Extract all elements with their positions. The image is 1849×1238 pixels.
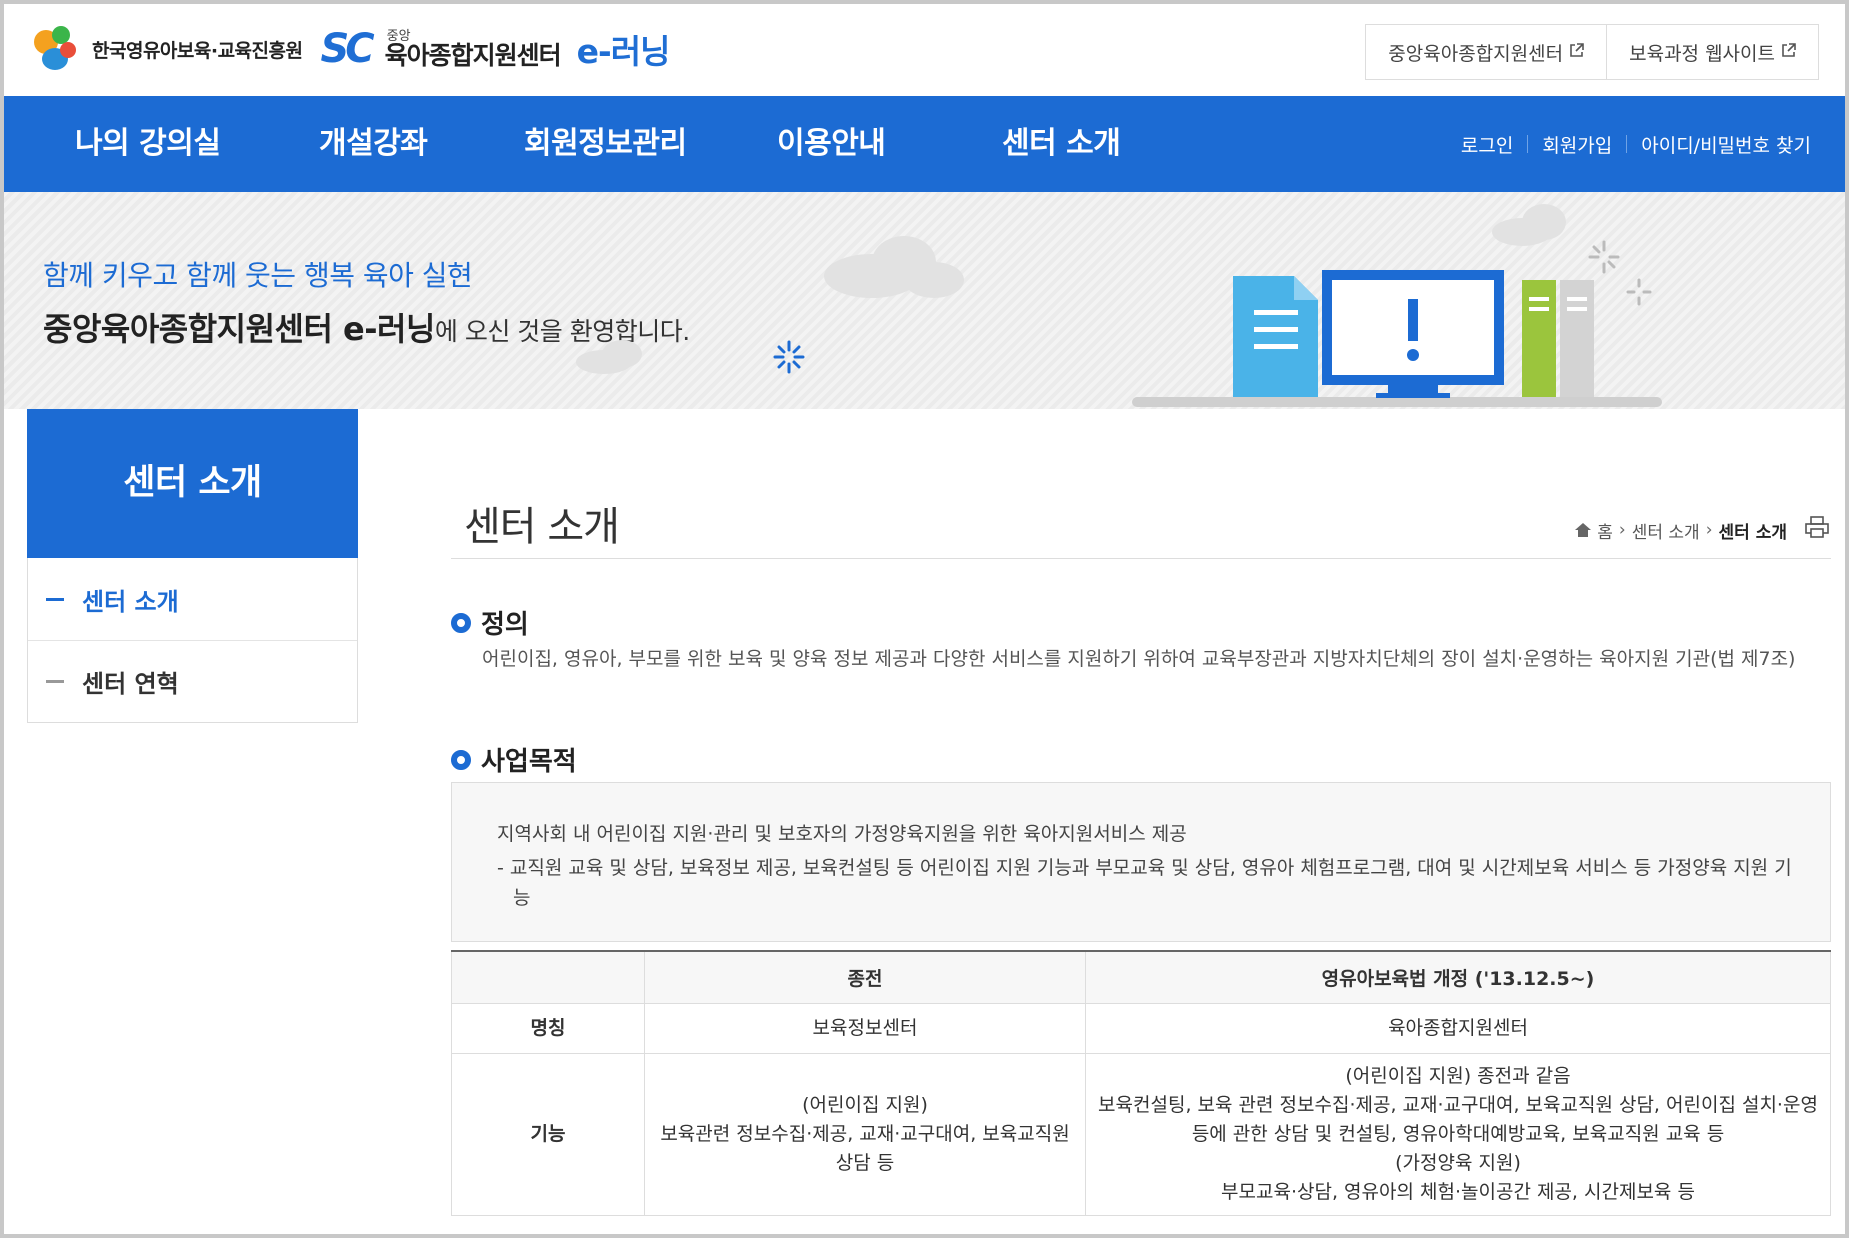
link-label: 중앙육아종합지원센터 [1388,42,1564,65]
table-cell-after: 육아종합지원센터 [1085,1002,1831,1054]
sidebar-item-label: 센터 연혁 [82,670,179,698]
sidebar-item-center-intro[interactable]: 센터 소개 [28,558,357,640]
table-header-row: 종전 영유아보육법 개정 ('13.12.5~) [451,950,1831,1004]
external-link-icon [1569,42,1584,62]
dash-icon [46,597,64,601]
site-logo[interactable]: 한국영유아보육·교육진흥원 SC 중앙 육아종합지원센터 e-러닝 [30,24,671,74]
link-curriculum-site[interactable]: 보육과정 웹사이트 [1606,25,1818,79]
table-row: 기능 (어린이집 지원) 보육관련 정보수집·제공, 교재·교구대여, 보육교직… [451,1052,1831,1216]
nav-center-intro[interactable]: 센터 소개 [1002,96,1121,192]
center-logo-mark: SC [320,26,374,72]
purpose-line-2: - 교직원 교육 및 상담, 보육정보 제공, 보육컨설팅 등 어린이집 지원 … [497,857,1792,909]
hero-banner: 함께 키우고 함께 웃는 행복 육아 실현 중앙육아종합지원센터 e-러닝에 오… [4,192,1845,409]
sidebar-item-center-history[interactable]: 센터 연혁 [28,640,357,722]
table-row-label: 명칭 [451,1002,645,1054]
nav-my-classroom[interactable]: 나의 강의실 [75,96,221,192]
external-link-icon [1781,42,1796,62]
breadcrumb: 홈 › 센터 소개 › 센터 소개 [1575,516,1829,544]
banner-illustration [576,204,1662,407]
purpose-line-1: 지역사회 내 어린이집 지원·관리 및 보호자의 가정양육지원을 위한 육아지원… [497,823,1187,845]
purpose-heading: 사업목적 [451,741,577,778]
table-row-label: 기능 [451,1052,645,1216]
nav-open-courses[interactable]: 개설강좌 [319,96,428,192]
sidebar-menu: 센터 소개 센터 연혁 [27,558,358,723]
signup-link[interactable]: 회원가입 [1528,131,1626,158]
center-name-big: 육아종합지원센터 [384,41,562,70]
nav-utility-links: 로그인 회원가입 아이디/비밀번호 찾기 [1447,96,1825,192]
breadcrumb-section[interactable]: 센터 소개 [1632,518,1700,543]
main-nav: 나의 강의실 개설강좌 회원정보관리 이용안내 센터 소개 로그인 회원가입 아… [4,96,1845,192]
breadcrumb-current: 센터 소개 [1718,522,1787,543]
nav-guide[interactable]: 이용안내 [777,96,886,192]
purpose-box: 지역사회 내 어린이집 지원·관리 및 보호자의 가정양육지원을 위한 육아지원… [451,782,1831,942]
sidebar-item-label: 센터 소개 [82,587,179,616]
table-header-after: 영유아보육법 개정 ('13.12.5~) [1085,950,1831,1004]
external-links: 중앙육아종합지원센터 보육과정 웹사이트 [1365,24,1819,80]
table-row: 명칭 보육정보센터 육아종합지원센터 [451,1002,1831,1054]
dash-icon [46,680,64,683]
table-cell-before: 보육정보센터 [644,1002,1086,1054]
chevron-right-icon: › [1618,520,1626,540]
link-central-center[interactable]: 중앙육아종합지원센터 [1366,25,1606,79]
page-frame: 한국영유아보육·교육진흥원 SC 중앙 육아종합지원센터 e-러닝 중앙육아종합… [4,4,1845,1234]
comparison-table: 종전 영유아보육법 개정 ('13.12.5~) 명칭 보육정보센터 육아종합지… [451,950,1831,1216]
sidebar-heading: 센터 소개 [27,409,358,558]
definition-text: 어린이집, 영유아, 부모를 위한 보육 및 양육 정보 제공과 다양한 서비스… [482,648,1796,670]
table-header-before: 종전 [644,950,1086,1004]
section-heading-label: 정의 [481,610,529,640]
print-icon[interactable] [1805,516,1829,544]
definition-heading: 정의 [451,604,529,641]
title-divider [451,558,1831,559]
nav-member-info[interactable]: 회원정보관리 [524,96,687,192]
table-cell-after: (어린이집 지원) 종전과 같음 보육컨설팅, 보육 관련 정보수집·제공, 교… [1085,1052,1831,1216]
table-header-empty [451,950,645,1004]
table-cell-before: (어린이집 지원) 보육관련 정보수집·제공, 교재·교구대여, 보육교직원 상… [644,1052,1086,1216]
home-icon[interactable] [1575,523,1592,537]
top-bar: 한국영유아보육·교육진흥원 SC 중앙 육아종합지원센터 e-러닝 중앙육아종합… [4,4,1845,96]
section-heading-label: 사업목적 [481,747,577,777]
breadcrumb-home[interactable]: 홈 [1597,518,1613,543]
center-name: 중앙 육아종합지원센터 [384,30,562,70]
login-link[interactable]: 로그인 [1447,131,1527,158]
elearning-label: e-러닝 [576,32,671,71]
page-title: 센터 소개 [464,504,620,550]
bullet-ring-icon [451,749,471,770]
find-account-link[interactable]: 아이디/비밀번호 찾기 [1627,131,1825,158]
org-logo-icon [30,24,82,74]
org-name: 한국영유아보육·교육진흥원 [92,39,303,62]
chevron-right-icon: › [1705,520,1713,540]
link-label: 보육과정 웹사이트 [1629,42,1775,65]
bullet-ring-icon [451,612,471,633]
